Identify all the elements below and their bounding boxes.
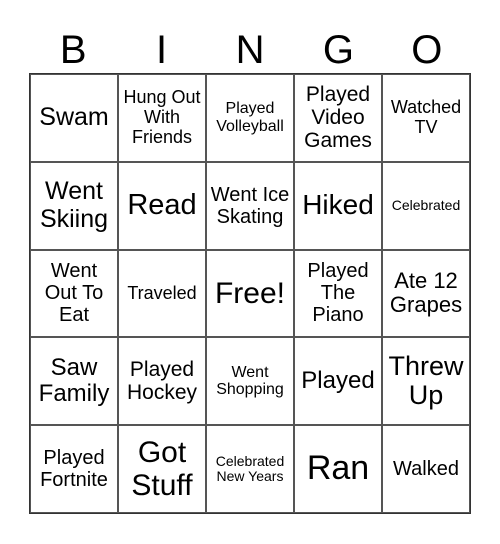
bingo-cell[interactable]: Got Stuff xyxy=(118,425,206,513)
header-letter: G xyxy=(322,28,354,72)
bingo-cell[interactable]: Swam xyxy=(30,74,118,162)
bingo-cell[interactable]: Saw Family xyxy=(30,337,118,426)
header-letter: B xyxy=(59,28,87,72)
bingo-cell[interactable]: Traveled xyxy=(118,249,206,338)
bingo-cell[interactable]: Went Shopping xyxy=(206,337,294,426)
bingo-cell[interactable]: Went Out To Eat xyxy=(30,249,118,338)
bingo-cell[interactable]: Hung Out With Friends xyxy=(118,74,206,162)
bingo-cell[interactable]: Went Ice Skating xyxy=(206,161,294,250)
bingo-cell[interactable]: Read xyxy=(118,161,206,250)
bingo-cell[interactable]: Hiked xyxy=(294,161,382,250)
bingo-header: B I N G O xyxy=(29,28,471,72)
bingo-cell[interactable]: Celebrated New Years xyxy=(206,425,294,513)
bingo-cell[interactable]: Played Fortnite xyxy=(30,425,118,513)
header-letter: N xyxy=(235,28,265,72)
bingo-cell[interactable]: Played xyxy=(294,337,382,426)
bingo-cell[interactable]: Went Skiing xyxy=(30,161,118,250)
bingo-cell[interactable]: Threw Up xyxy=(382,337,470,426)
bingo-cell[interactable]: Played Volleyball xyxy=(206,74,294,162)
bingo-cell[interactable]: Ate 12 Grapes xyxy=(382,249,470,338)
bingo-cell[interactable]: Ran xyxy=(294,425,382,513)
header-letter: I xyxy=(156,28,168,72)
bingo-cell[interactable]: Walked xyxy=(382,425,470,513)
free-space[interactable]: Free! xyxy=(206,249,294,338)
header-letter: O xyxy=(411,28,443,72)
bingo-cell[interactable]: Played Video Games xyxy=(294,74,382,162)
bingo-cell[interactable]: Played The Piano xyxy=(294,249,382,338)
bingo-grid: Swam Hung Out With Friends Played Volley… xyxy=(29,73,471,514)
bingo-cell[interactable]: Watched TV xyxy=(382,74,470,162)
bingo-cell[interactable]: Celebrated xyxy=(382,161,470,250)
bingo-cell[interactable]: Played Hockey xyxy=(118,337,206,426)
